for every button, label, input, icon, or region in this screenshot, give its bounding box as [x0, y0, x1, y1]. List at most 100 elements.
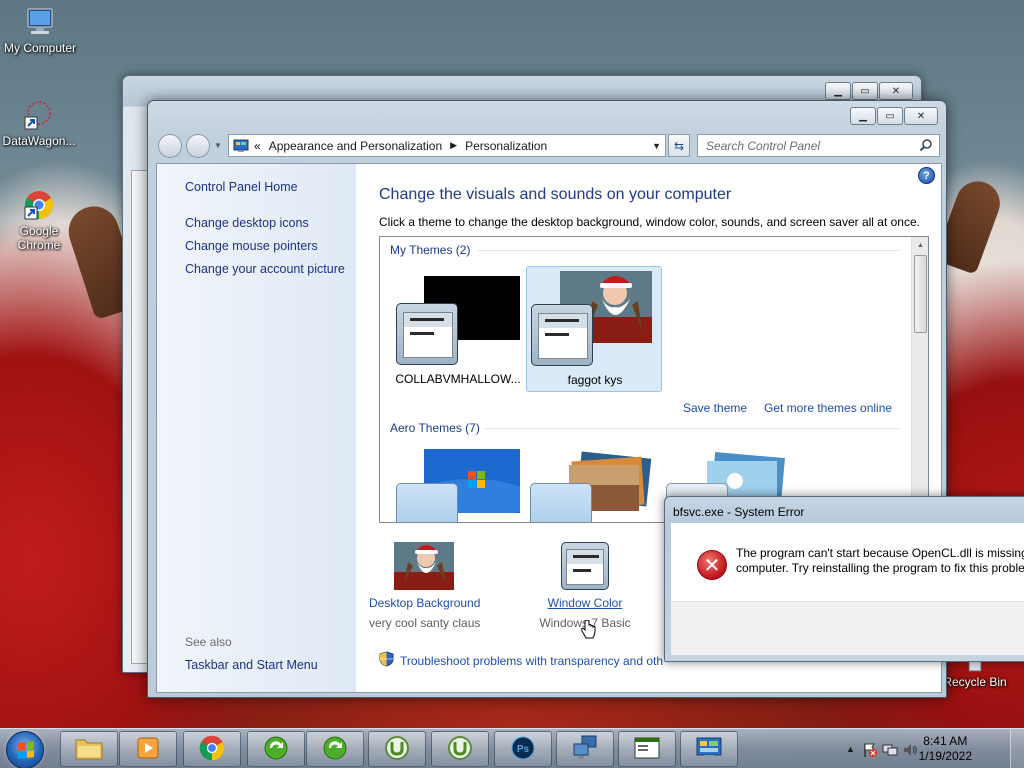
utorrent-icon	[383, 734, 411, 765]
search-placeholder: Search Control Panel	[706, 138, 821, 153]
back-button[interactable]	[158, 134, 182, 158]
breadcrumb-overflow[interactable]: «	[254, 139, 261, 153]
search-icon[interactable]	[919, 138, 933, 155]
clock[interactable]: 8:41 AM 1/19/2022	[919, 734, 972, 764]
breadcrumb-appearance[interactable]: Appearance and Personalization	[269, 139, 442, 153]
theme-name: faggot kys	[567, 373, 623, 387]
windows-logo-icon	[18, 741, 34, 759]
error-message-line: The program can't start because OpenCL.d…	[736, 546, 1024, 560]
desktop-background-option[interactable]: Desktop Background very cool santy claus	[369, 542, 480, 630]
sidebar-control-panel-home[interactable]: Control Panel Home	[185, 180, 298, 194]
maximize-button[interactable]: ▭	[852, 82, 878, 100]
sidebar-change-account-picture[interactable]: Change your account picture	[185, 262, 345, 276]
maximize-button[interactable]: ▭	[877, 107, 903, 125]
sidebar: Control Panel Home Change desktop icons …	[157, 164, 356, 692]
error-dialog-title: bfsvc.exe - System Error	[673, 505, 805, 519]
network-computer-icon	[570, 734, 600, 765]
chrome-icon	[23, 189, 55, 221]
page-title: Change the visuals and sounds on your co…	[379, 186, 732, 203]
forward-button[interactable]	[186, 134, 210, 158]
save-theme-link[interactable]: Save theme	[683, 401, 747, 415]
clock-date: 1/19/2022	[918, 749, 972, 763]
chrome-icon	[198, 734, 226, 765]
volume-icon[interactable]	[902, 742, 918, 761]
control-panel-icon	[695, 735, 723, 764]
minimize-button[interactable]: ▁	[825, 82, 851, 100]
theme-tile-windows-7[interactable]	[390, 445, 532, 522]
address-dropdown-icon[interactable]: ▼	[652, 141, 661, 151]
taskbar-green-app-2[interactable]	[306, 731, 364, 767]
troubleshoot-label[interactable]: Troubleshoot problems with transparency …	[400, 654, 663, 668]
theme-list[interactable]: My Themes (2) COLLABVMHALLOW... faggot k…	[379, 236, 929, 523]
recent-pages-dropdown[interactable]: ▼	[214, 141, 222, 150]
desktop-icon-recycle-bin[interactable]: Recycle Bin	[935, 657, 1015, 689]
taskbar-chrome[interactable]	[183, 731, 241, 767]
photoshop-icon: Ps	[510, 735, 536, 764]
taskbar-window-app[interactable]	[618, 731, 676, 767]
taskbar-utorrent-2[interactable]	[431, 731, 489, 767]
breadcrumb-personalization[interactable]: Personalization	[465, 139, 547, 153]
refresh-button[interactable]: ⇆	[668, 134, 690, 157]
desktop-icon-google-chrome[interactable]: Google Chrome	[0, 189, 79, 252]
address-bar[interactable]: « Appearance and Personalization ▶ Perso…	[228, 134, 666, 157]
breadcrumb-separator-icon[interactable]: ▶	[450, 140, 457, 151]
taskbar: Ps ▲ 8:41 AM 1/19/2022	[0, 728, 1024, 768]
desktop-icon-label: DataWagon...	[2, 134, 76, 148]
group-header-aero-themes[interactable]: Aero Themes (7)	[390, 421, 480, 435]
desktop-background-thumbnail[interactable]	[394, 542, 454, 590]
scroll-thumb[interactable]	[914, 255, 927, 333]
group-divider	[478, 250, 900, 251]
show-hidden-icons-icon[interactable]: ▲	[846, 744, 855, 754]
taskbar-utorrent-1[interactable]	[368, 731, 426, 767]
error-dialog-footer	[671, 601, 1024, 655]
desktop-icon-my-computer[interactable]: My Computer	[0, 6, 80, 55]
taskbar-file-explorer[interactable]	[60, 731, 118, 767]
error-dialog-body: ✕ The program can't start because OpenCL…	[671, 523, 1024, 601]
navigation-bar: ▼ « Appearance and Personalization ▶ Per…	[156, 131, 942, 159]
folder-icon	[74, 735, 104, 764]
green-refresh-icon	[262, 734, 290, 765]
window-color-link[interactable]: Window Color	[530, 596, 640, 610]
theme-window-preview	[530, 483, 592, 522]
error-message: The program can't start because OpenCL.d…	[736, 546, 1024, 576]
sidebar-change-desktop-icons[interactable]: Change desktop icons	[185, 216, 309, 230]
window-color-thumbnail[interactable]	[561, 542, 609, 590]
group-divider	[484, 428, 900, 429]
taskbar-media-player[interactable]	[119, 731, 177, 767]
help-icon[interactable]: ?	[918, 167, 935, 184]
datawagon-icon	[23, 99, 55, 131]
theme-window-preview	[396, 303, 458, 365]
system-error-dialog[interactable]: bfsvc.exe - System Error ✕ The program c…	[664, 496, 1024, 662]
hand-cursor-icon	[580, 619, 596, 643]
close-button[interactable]: ✕	[904, 107, 938, 125]
taskbar-photoshop[interactable]: Ps	[494, 731, 552, 767]
close-button[interactable]: ✕	[879, 82, 913, 100]
desktop-background-link[interactable]: Desktop Background	[369, 596, 480, 610]
taskbar-control-panel[interactable]	[680, 731, 738, 767]
taskbar-green-app-1[interactable]	[247, 731, 305, 767]
sidebar-taskbar-start-menu[interactable]: Taskbar and Start Menu	[185, 658, 318, 672]
taskbar-network-app[interactable]	[556, 731, 614, 767]
window-color-option[interactable]: Window Color Windows 7 Basic	[530, 542, 640, 639]
group-header-my-themes[interactable]: My Themes (2)	[390, 243, 470, 257]
theme-tile-architecture[interactable]	[526, 445, 662, 522]
theme-window-preview	[396, 483, 458, 522]
action-center-flag-icon[interactable]	[862, 742, 878, 761]
network-icon[interactable]	[882, 742, 898, 761]
scroll-up-arrow-icon[interactable]: ▲	[912, 237, 928, 254]
minimize-button[interactable]: ▁	[850, 107, 876, 125]
troubleshoot-link[interactable]: Troubleshoot problems with transparency …	[379, 651, 663, 670]
desktop-icon-datawagon[interactable]: DataWagon...	[0, 99, 79, 148]
theme-list-scrollbar[interactable]: ▲ ▼	[911, 237, 928, 522]
page-subtitle: Click a theme to change the desktop back…	[379, 215, 920, 229]
get-more-themes-link[interactable]: Get more themes online	[764, 401, 892, 415]
search-input[interactable]: Search Control Panel	[697, 134, 940, 157]
window-app-icon	[633, 736, 661, 763]
theme-tile-collabvm[interactable]: COLLABVMHALLOW...	[390, 267, 526, 393]
desktop-icon-label: Google Chrome	[17, 224, 61, 252]
theme-tile-faggot-kys[interactable]: faggot kys	[526, 266, 662, 392]
start-button[interactable]	[6, 731, 44, 768]
sidebar-change-mouse-pointers[interactable]: Change mouse pointers	[185, 239, 318, 253]
show-desktop-button[interactable]	[1010, 729, 1024, 768]
shield-icon	[379, 651, 394, 670]
